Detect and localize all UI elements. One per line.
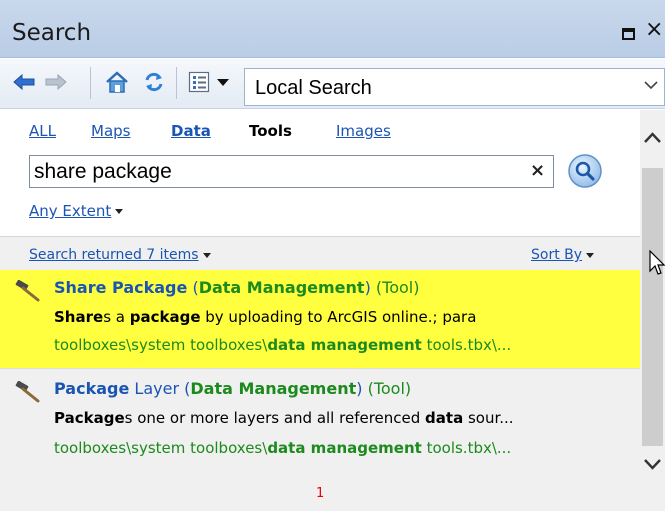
list-item[interactable]: Package Layer (Data Management) (Tool) P…	[0, 368, 640, 468]
toolbar: Local Search	[0, 59, 665, 109]
title-bar: Search ×	[0, 0, 665, 58]
result-title[interactable]: Package Layer (Data Management) (Tool)	[54, 379, 411, 398]
result-path: toolboxes\system toolboxes\data manageme…	[54, 439, 511, 457]
scroll-up-icon[interactable]	[642, 130, 663, 146]
path-text: tools.tbx\...	[421, 336, 512, 354]
path-match: data management	[267, 439, 422, 457]
mouse-cursor-icon	[649, 250, 665, 275]
result-name: Share Package	[54, 278, 188, 297]
home-icon	[106, 71, 128, 93]
summary-match: Share	[54, 308, 104, 326]
path-text: toolboxes\system toolboxes\	[54, 439, 268, 457]
sort-label: Sort By	[531, 247, 583, 263]
path-match: data management	[267, 336, 422, 354]
restore-icon[interactable]	[622, 28, 635, 40]
page-number[interactable]: 1	[316, 486, 324, 501]
result-type: (Tool)	[375, 278, 420, 297]
result-toolbox: Data Management	[198, 278, 365, 297]
details-view-icon	[188, 71, 210, 93]
search-scope-select[interactable]: Local Search	[244, 68, 665, 106]
search-scope-value: Local Search	[255, 77, 372, 99]
hammer-tool-icon	[15, 280, 40, 302]
tab-data[interactable]: Data	[171, 122, 211, 140]
result-toolbox: Data Management	[190, 379, 357, 398]
home-button[interactable]	[102, 67, 132, 97]
list-item[interactable]: Share Package (Data Management) (Tool) S…	[0, 270, 640, 368]
result-name-rest: Layer	[129, 379, 180, 398]
refresh-icon	[145, 72, 163, 92]
result-summary: Packages one or more layers and all refe…	[54, 409, 514, 427]
dropdown-arrow-icon	[202, 252, 211, 258]
sort-by-dropdown[interactable]: Sort By	[531, 247, 595, 263]
back-arrow-icon	[13, 74, 35, 90]
scroll-down-icon[interactable]	[642, 456, 663, 472]
summary-text: s a	[103, 308, 130, 326]
extent-label: Any Extent	[29, 202, 112, 220]
result-summary: Shares a package by uploading to ArcGIS …	[54, 308, 476, 326]
summary-match: package	[129, 308, 201, 326]
search-panel: ALL Maps Data Tools Images × Any Extent …	[0, 110, 640, 511]
hammer-tool-icon	[15, 381, 40, 403]
results-count: Search returned 7 items	[29, 247, 199, 263]
magnifier-icon	[568, 154, 602, 188]
toolbar-separator	[176, 67, 177, 99]
window-title: Search	[12, 20, 92, 46]
toolbar-separator	[90, 67, 91, 99]
clear-search-icon[interactable]: ×	[530, 160, 545, 181]
summary-text: sour...	[463, 409, 514, 427]
result-path: toolboxes\system toolboxes\data manageme…	[54, 336, 511, 354]
dropdown-arrow-icon	[115, 209, 124, 214]
tab-images[interactable]: Images	[336, 122, 391, 140]
scrollbar-thumb[interactable]	[642, 168, 663, 446]
chevron-down-icon	[644, 81, 658, 90]
summary-match: Package	[54, 409, 125, 427]
extent-dropdown[interactable]: Any Extent	[29, 202, 124, 220]
tab-tools[interactable]: Tools	[249, 122, 292, 140]
back-button[interactable]	[12, 67, 36, 97]
view-options-button[interactable]	[186, 67, 232, 97]
dropdown-arrow-icon	[586, 252, 595, 258]
forward-arrow-icon	[45, 74, 67, 90]
results-count-dropdown[interactable]: Search returned 7 items	[29, 247, 211, 263]
search-button[interactable]	[567, 153, 603, 189]
tab-all[interactable]: ALL	[29, 122, 56, 140]
dropdown-arrow-icon	[217, 79, 229, 86]
pagination: 1	[0, 468, 640, 511]
tab-maps[interactable]: Maps	[91, 122, 130, 140]
result-type: (Tool)	[367, 379, 412, 398]
path-text: toolboxes\system toolboxes\	[54, 336, 268, 354]
close-icon[interactable]: ×	[645, 17, 663, 42]
refresh-button[interactable]	[140, 67, 168, 97]
summary-text: by uploading to ArcGIS online.; para	[200, 308, 477, 326]
search-field: ×	[29, 155, 554, 188]
forward-button[interactable]	[44, 67, 68, 97]
summary-text: s one or more layers and all referenced	[124, 409, 426, 427]
search-input[interactable]	[34, 158, 514, 185]
vertical-scrollbar[interactable]	[640, 110, 665, 511]
result-name: Package	[54, 379, 130, 398]
result-title[interactable]: Share Package (Data Management) (Tool)	[54, 278, 419, 297]
path-text: tools.tbx\...	[421, 439, 512, 457]
results-header: Search returned 7 items Sort By	[0, 236, 640, 270]
summary-match: data	[425, 409, 464, 427]
